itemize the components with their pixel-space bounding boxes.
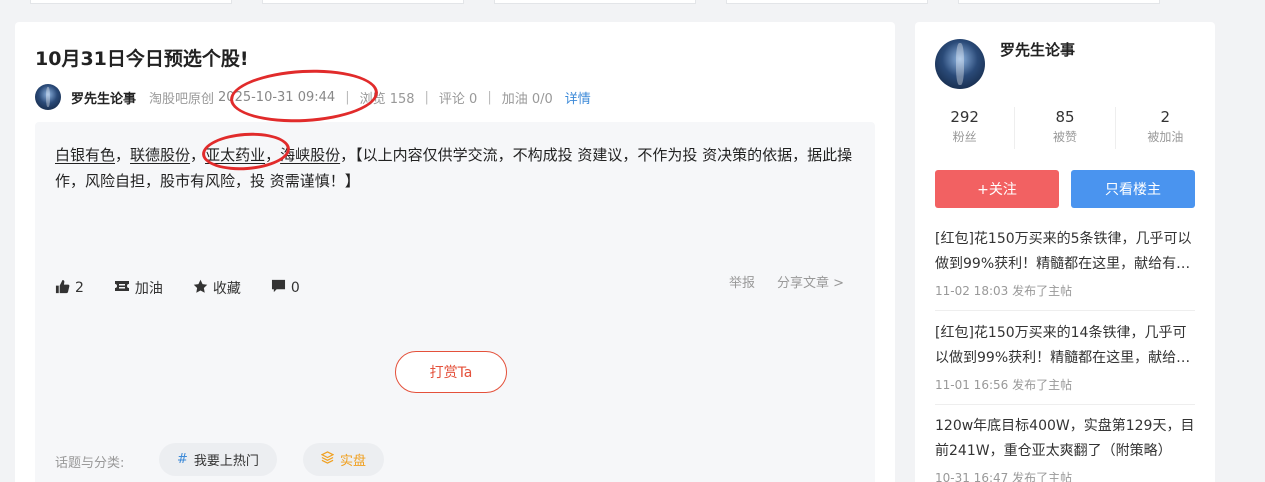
recent-post-title[interactable]: [红包]花150万买来的5条铁律，几乎可以做到99%获利！精髓都在这里，献给有缘…: [935, 227, 1195, 277]
recent-post-item[interactable]: 120w年底目标400W，实盘第129天，目前241W，重仓亚太爽翻了（附策略）…: [935, 414, 1195, 482]
sidebar-author-name[interactable]: 罗先生论事: [1000, 39, 1075, 60]
recent-post-meta: 11-02 18:03 发布了主帖: [935, 284, 1073, 298]
comma: ，: [115, 146, 131, 164]
recent-post-item[interactable]: [红包]花150万买来的14条铁律，几乎可以做到99%获利！精髓都在这里，献给有…: [935, 321, 1195, 405]
recent-post-meta: 10-31 16:47 发布了主帖: [935, 471, 1073, 482]
author-avatar[interactable]: [35, 84, 61, 110]
collect-label: 收藏: [212, 281, 241, 297]
post-content: 白银有色，联德股份，亚太药业，海峡股份，【以上内容仅供学交流，不构成投 资建议，…: [55, 142, 855, 194]
stat-likes[interactable]: 85 被赞: [1015, 107, 1116, 149]
star-icon: [193, 279, 208, 298]
comment-count: 评论 0: [438, 91, 478, 107]
share-link[interactable]: 分享文章 >: [777, 272, 844, 291]
post-time: 2025-10-31 09:44: [218, 89, 336, 105]
stock-link[interactable]: 联德股份: [130, 146, 190, 164]
view-count: 浏览 158: [359, 91, 415, 107]
tag-label: 我要上热门: [193, 454, 259, 469]
stat-cheers[interactable]: 2 被加油: [1116, 107, 1215, 149]
stat-number: 292: [950, 108, 979, 126]
collect-button[interactable]: 收藏: [193, 278, 241, 298]
recent-post-title[interactable]: [红包]花150万买来的14条铁律，几乎可以做到99%获利！精髓都在这里，献给有…: [935, 321, 1195, 371]
top-tab-2[interactable]: [262, 0, 464, 4]
meta-divider: |: [345, 89, 350, 105]
layers-icon: [320, 451, 335, 468]
author-stats: 292 粉丝 85 被赞 2 被加油: [915, 107, 1215, 149]
comment-icon: [271, 279, 286, 297]
tag-real-trade[interactable]: 实盘: [303, 443, 385, 476]
like-button[interactable]: 2: [55, 279, 84, 298]
detail-link[interactable]: 详情: [565, 88, 591, 107]
recent-post-title[interactable]: 120w年底目标400W，实盘第129天，目前241W，重仓亚太爽翻了（附策略）: [935, 414, 1195, 464]
comment-button[interactable]: 0: [271, 279, 300, 297]
comma: ，: [265, 146, 281, 164]
stock-link[interactable]: 白银有色: [55, 146, 115, 164]
top-tab-5[interactable]: [958, 0, 1160, 4]
stock-link[interactable]: 亚太药业: [205, 146, 265, 164]
cheer-label: 加油: [134, 281, 163, 297]
author-name[interactable]: 罗先生论事: [71, 88, 136, 107]
ticket-icon: [114, 279, 130, 297]
post-content-box: 白银有色，联德股份，亚太药业，海峡股份，【以上内容仅供学交流，不构成投 资建议，…: [35, 122, 875, 482]
top-tab-4[interactable]: [726, 0, 928, 4]
topic-label: 话题与分类:: [55, 456, 125, 471]
top-tab-1[interactable]: [30, 0, 232, 4]
post-meta: 罗先生论事 淘股吧原创 2025-10-31 09:44 | 浏览 158 | …: [35, 84, 591, 110]
recent-post-meta: 11-01 16:56 发布了主帖: [935, 378, 1073, 392]
thumbs-up-icon: [55, 279, 70, 298]
stat-number: 2: [1160, 108, 1171, 126]
author-sidebar: 罗先生论事 292 粉丝 85 被赞 2 被加油 +关注 只看楼主 [红包]花1…: [915, 22, 1215, 482]
tag-hot[interactable]: # 我要上热门: [159, 443, 277, 476]
meta-divider: |: [487, 89, 492, 105]
only-author-button[interactable]: 只看楼主: [1071, 170, 1195, 208]
post-source: 淘股吧原创: [149, 91, 215, 107]
like-count: 2: [75, 280, 84, 296]
stat-label: 被加油: [1147, 130, 1184, 144]
recent-post-item[interactable]: [红包]花150万买来的5条铁律，几乎可以做到99%获利！精髓都在这里，献给有缘…: [935, 227, 1195, 311]
reward-button[interactable]: 打赏Ta: [395, 351, 507, 393]
cheer-button[interactable]: 加油: [114, 278, 163, 298]
comment-count-action: 0: [290, 280, 300, 296]
stat-number: 85: [1055, 108, 1075, 126]
top-tab-3[interactable]: [494, 0, 696, 4]
follow-button[interactable]: +关注: [935, 170, 1059, 208]
hash-icon: #: [177, 452, 188, 467]
stock-link[interactable]: 海峡股份: [280, 146, 340, 164]
report-link[interactable]: 举报: [729, 272, 755, 291]
tag-label: 实盘: [340, 454, 367, 469]
cheer-count: 加油 0/0: [501, 91, 553, 107]
post-actions: 2 加油 收藏 0: [55, 278, 330, 298]
stat-label: 被赞: [1052, 130, 1077, 144]
comma: ，: [190, 146, 206, 164]
comma: ，: [340, 146, 356, 164]
stat-fans[interactable]: 292 粉丝: [915, 107, 1016, 149]
post-title: 10月31日今日预选个股!: [35, 48, 249, 70]
sidebar-avatar[interactable]: [935, 39, 985, 89]
stat-label: 粉丝: [952, 130, 977, 144]
meta-divider: |: [424, 89, 429, 105]
post-card: 10月31日今日预选个股! 罗先生论事 淘股吧原创 2025-10-31 09:…: [15, 22, 895, 482]
